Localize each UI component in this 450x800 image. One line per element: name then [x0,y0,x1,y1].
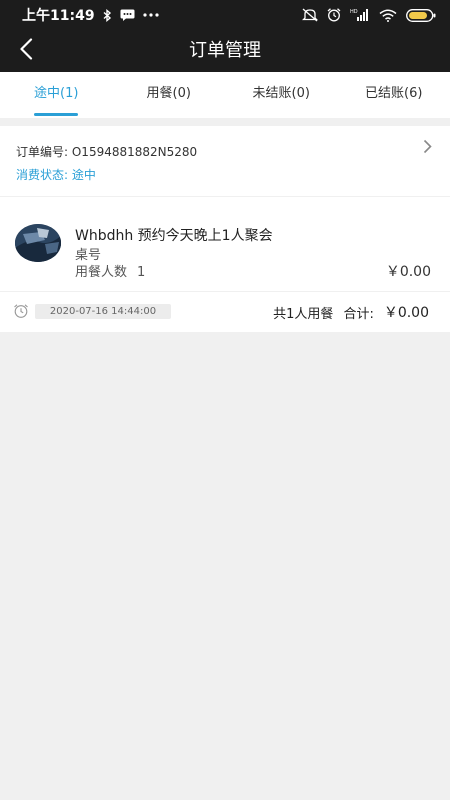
tab-dining[interactable]: 用餐(0) [113,72,226,118]
battery-icon [406,8,436,22]
status-time: 上午11:49 [22,8,95,24]
order-price: ￥0.00 [385,264,431,280]
back-button[interactable] [10,35,42,67]
order-title: Whbdhh 预约今天晚上1人聚会 [75,228,273,244]
order-footer: 2020-07-16 14:44:00 共1人用餐 合计: ￥0.00 [0,292,450,332]
order-tabs: 途中(1) 用餐(0) 未结账(0) 已结账(6) [0,72,450,118]
back-arrow-icon [19,38,33,64]
mute-icon [302,8,318,22]
tab-unpaid[interactable]: 未结账(0) [225,72,338,118]
order-status-value: 途中 [71,168,96,182]
bluetooth-icon [103,8,112,22]
order-number: 订单编号: O1594881882N5280 [16,143,197,160]
summary-people: 共1人用餐 [273,306,334,322]
order-status: 消费状态: 途中 [16,166,96,183]
message-icon [120,9,135,21]
signal-icon: HD [350,8,370,22]
chevron-right-icon [423,139,432,158]
order-status-label: 消费状态: [16,168,72,182]
party-size-value: 1 [137,265,146,280]
page-title: 订单管理 [189,40,261,61]
order-header[interactable]: 订单编号: O1594881882N5280 消费状态: 途中 [0,126,450,196]
tab-paid[interactable]: 已结账(6) [338,72,450,118]
order-detail: Whbdhh 预约今天晚上1人聚会 桌号 用餐人数 1 ￥0.00 [0,197,450,291]
avatar [15,224,61,262]
network-type-label: HD [350,9,358,15]
party-size-label: 用餐人数 [75,265,128,280]
more-icon [142,13,159,17]
order-summary: 共1人用餐 合计: ￥0.00 [273,302,429,322]
order-number-value: O1594881882N5280 [71,145,198,159]
clock-icon [13,303,29,323]
tab-in-transit[interactable]: 途中(1) [0,72,113,118]
status-bar: 上午11:49 HD [0,0,450,30]
order-number-label: 订单编号: [16,145,72,159]
alarm-icon [327,8,341,22]
order-datetime: 2020-07-16 14:44:00 [35,304,171,319]
total-value: ￥0.00 [383,305,429,321]
party-size: 用餐人数 1 [75,261,145,280]
title-bar: 订单管理 [0,30,450,72]
wifi-icon [379,9,397,22]
total-label: 合计: [343,306,374,322]
